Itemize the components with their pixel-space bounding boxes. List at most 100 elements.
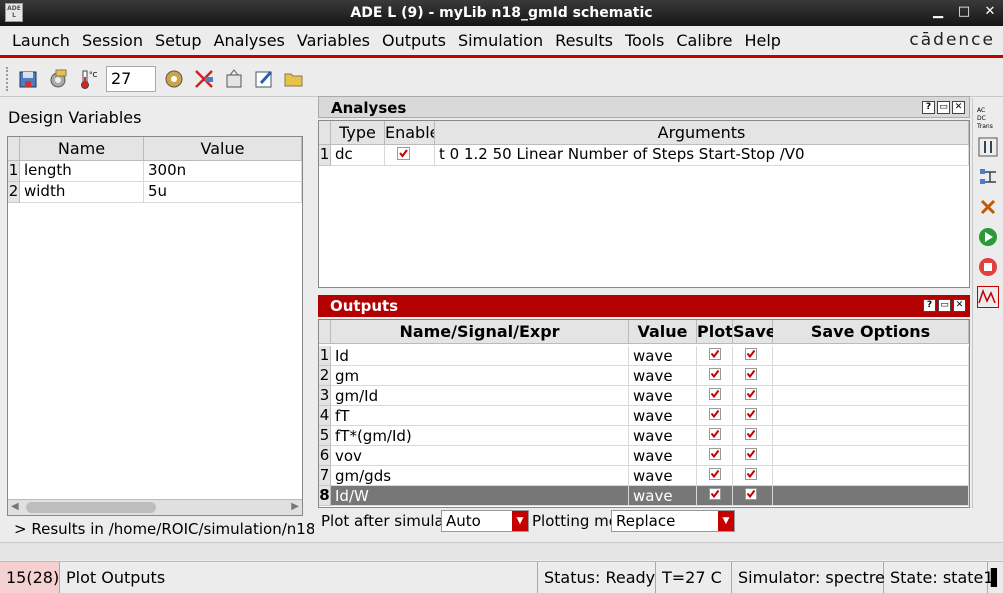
menu-analyses[interactable]: Analyses bbox=[208, 31, 291, 50]
simulator-icon[interactable] bbox=[162, 67, 186, 91]
panel-splitter[interactable] bbox=[0, 542, 1003, 560]
column-header-arguments[interactable]: Arguments bbox=[435, 121, 969, 145]
help-icon[interactable]: ? bbox=[923, 299, 936, 312]
scroll-left-icon[interactable]: ◀ bbox=[11, 501, 19, 512]
table-row[interactable]: 6 vov wave bbox=[319, 446, 969, 466]
save-options-cell[interactable] bbox=[773, 446, 969, 466]
table-row[interactable]: 7 gm/gds wave bbox=[319, 466, 969, 486]
menu-simulation[interactable]: Simulation bbox=[452, 31, 549, 50]
column-header-type[interactable]: Type bbox=[331, 121, 385, 145]
table-row[interactable]: 8 Id/W wave bbox=[319, 486, 969, 506]
column-header-name-signal-expr[interactable]: Name/Signal/Expr bbox=[331, 320, 629, 344]
variable-name[interactable]: width bbox=[20, 182, 144, 203]
save-options-cell[interactable] bbox=[773, 386, 969, 406]
save-checkbox[interactable] bbox=[733, 466, 773, 486]
table-row[interactable]: 3 gm/Id wave bbox=[319, 386, 969, 406]
menu-outputs[interactable]: Outputs bbox=[376, 31, 452, 50]
output-value[interactable]: wave bbox=[629, 426, 697, 446]
table-row[interactable]: 5 fT*(gm/Id) wave bbox=[319, 426, 969, 446]
help-icon[interactable]: ? bbox=[922, 101, 935, 114]
scroll-right-icon[interactable]: ▶ bbox=[291, 501, 299, 512]
menu-launch[interactable]: Launch bbox=[6, 31, 76, 50]
plot-checkbox[interactable] bbox=[697, 426, 733, 446]
save-options-cell[interactable] bbox=[773, 406, 969, 426]
plot-outputs-icon[interactable] bbox=[977, 286, 999, 308]
setup-outputs-icon[interactable] bbox=[977, 166, 999, 188]
plot-checkbox[interactable] bbox=[697, 386, 733, 406]
output-name[interactable]: Id bbox=[331, 346, 629, 366]
load-state-icon[interactable] bbox=[16, 67, 40, 91]
output-name[interactable]: fT bbox=[331, 406, 629, 426]
output-name[interactable]: fT*(gm/Id) bbox=[331, 426, 629, 446]
stop-simulation-icon[interactable] bbox=[977, 256, 999, 278]
analysis-enable-checkbox[interactable] bbox=[385, 145, 435, 166]
column-header-value[interactable]: Value bbox=[629, 320, 697, 344]
output-value[interactable]: wave bbox=[629, 366, 697, 386]
output-name[interactable]: Id/W bbox=[331, 486, 629, 506]
netlist-icon[interactable] bbox=[222, 67, 246, 91]
table-row[interactable]: 4 fT wave bbox=[319, 406, 969, 426]
analysis-type[interactable]: dc bbox=[331, 145, 385, 166]
setup-icon[interactable] bbox=[46, 67, 70, 91]
save-checkbox[interactable] bbox=[733, 446, 773, 466]
output-name[interactable]: gm/Id bbox=[331, 386, 629, 406]
table-row[interactable]: 1 Id wave bbox=[319, 346, 969, 366]
plot-checkbox[interactable] bbox=[697, 366, 733, 386]
variable-value[interactable]: 300n bbox=[144, 161, 302, 182]
output-value[interactable]: wave bbox=[629, 346, 697, 366]
minimize-icon[interactable]: ▁ bbox=[931, 4, 945, 19]
column-header-name[interactable]: Name bbox=[20, 137, 144, 161]
chevron-down-icon[interactable]: ▼ bbox=[512, 511, 528, 531]
menu-variables[interactable]: Variables bbox=[291, 31, 376, 50]
menu-tools[interactable]: Tools bbox=[619, 31, 670, 50]
save-options-cell[interactable] bbox=[773, 366, 969, 386]
column-header-value[interactable]: Value bbox=[144, 137, 302, 161]
plot-checkbox[interactable] bbox=[697, 346, 733, 366]
menu-help[interactable]: Help bbox=[738, 31, 786, 50]
analysis-arguments[interactable]: t 0 1.2 50 Linear Number of Steps Start-… bbox=[435, 145, 969, 166]
save-checkbox[interactable] bbox=[733, 346, 773, 366]
close-icon[interactable]: ✕ bbox=[983, 4, 997, 19]
save-options-cell[interactable] bbox=[773, 466, 969, 486]
output-name[interactable]: gm bbox=[331, 366, 629, 386]
save-options-cell[interactable] bbox=[773, 346, 969, 366]
toolbar-grip[interactable] bbox=[6, 66, 10, 91]
column-header-save[interactable]: Save bbox=[733, 320, 777, 344]
select-on-schematic-icon[interactable] bbox=[192, 67, 216, 91]
open-folder-icon[interactable] bbox=[282, 67, 306, 91]
run-simulation-icon[interactable] bbox=[977, 226, 999, 248]
menu-setup[interactable]: Setup bbox=[149, 31, 208, 50]
column-header-plot[interactable]: Plot bbox=[697, 320, 733, 344]
save-checkbox[interactable] bbox=[733, 486, 773, 506]
chevron-down-icon[interactable]: ▼ bbox=[718, 511, 734, 531]
close-icon[interactable]: ✕ bbox=[952, 101, 965, 114]
close-icon[interactable]: ✕ bbox=[953, 299, 966, 312]
output-value[interactable]: wave bbox=[629, 466, 697, 486]
plot-checkbox[interactable] bbox=[697, 406, 733, 426]
variable-value[interactable]: 5u bbox=[144, 182, 302, 203]
resize-grip-icon[interactable]: ▌ bbox=[988, 562, 1003, 593]
output-name[interactable]: gm/gds bbox=[331, 466, 629, 486]
output-value[interactable]: wave bbox=[629, 486, 697, 506]
table-row[interactable]: 2 gm wave bbox=[319, 366, 969, 386]
column-header-enable[interactable]: Enable bbox=[385, 121, 435, 145]
float-icon[interactable]: ▭ bbox=[937, 101, 950, 114]
horizontal-scrollbar[interactable]: ◀ ▶ bbox=[8, 499, 302, 515]
save-options-cell[interactable] bbox=[773, 426, 969, 446]
save-checkbox[interactable] bbox=[733, 426, 773, 446]
plot-checkbox[interactable] bbox=[697, 446, 733, 466]
output-value[interactable]: wave bbox=[629, 446, 697, 466]
save-checkbox[interactable] bbox=[733, 386, 773, 406]
save-checkbox[interactable] bbox=[733, 406, 773, 426]
temperature-input[interactable]: 27 bbox=[106, 65, 156, 92]
output-name[interactable]: vov bbox=[331, 446, 629, 466]
menu-calibre[interactable]: Calibre bbox=[670, 31, 738, 50]
delete-icon[interactable] bbox=[977, 196, 999, 218]
menu-session[interactable]: Session bbox=[76, 31, 149, 50]
menu-results[interactable]: Results bbox=[549, 31, 619, 50]
plot-after-select[interactable]: Auto ▼ bbox=[441, 510, 529, 532]
float-icon[interactable]: ▭ bbox=[938, 299, 951, 312]
maximize-icon[interactable]: □ bbox=[957, 4, 971, 19]
scrollbar-thumb[interactable] bbox=[26, 502, 156, 513]
variable-name[interactable]: length bbox=[20, 161, 144, 182]
